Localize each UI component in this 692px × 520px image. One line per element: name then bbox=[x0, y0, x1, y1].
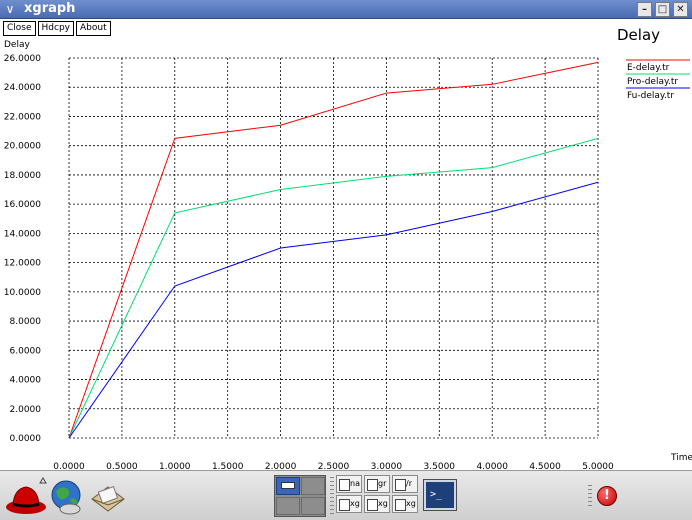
task-button[interactable]: xg bbox=[392, 495, 418, 513]
x-axis-label: Time bbox=[670, 453, 692, 463]
legend-label: Pro-delay.tr bbox=[627, 77, 678, 87]
x-tick-label: 2.0000 bbox=[265, 462, 297, 470]
x-tick-label: 1.0000 bbox=[159, 462, 191, 470]
y-tick-label: 18.0000 bbox=[4, 171, 41, 181]
y-tick-label: 14.0000 bbox=[4, 229, 41, 239]
x-tick-label: 0.0000 bbox=[53, 462, 85, 470]
y-tick-label: 16.0000 bbox=[4, 200, 41, 210]
redhat-menu-icon[interactable] bbox=[4, 477, 48, 517]
x-tick-label: 0.5000 bbox=[106, 462, 138, 470]
x-tick-label: 2.5000 bbox=[318, 462, 350, 470]
tasklist: na gr /r xg xg xg bbox=[336, 475, 418, 517]
workspace-3[interactable] bbox=[276, 497, 300, 515]
y-tick-label: 12.0000 bbox=[4, 259, 41, 269]
taskbar: na gr /r xg xg xg >_ ! bbox=[0, 470, 692, 520]
x-tick-label: 4.0000 bbox=[476, 462, 508, 470]
y-tick-label: 6.0000 bbox=[10, 346, 42, 356]
x-tick-label: 1.5000 bbox=[212, 462, 244, 470]
legend-label: E-delay.tr bbox=[627, 63, 670, 73]
task-button[interactable]: xg bbox=[364, 495, 390, 513]
alert-icon[interactable]: ! bbox=[597, 486, 617, 506]
browser-globe-icon[interactable] bbox=[48, 477, 84, 517]
y-tick-label: 2.0000 bbox=[10, 405, 42, 415]
y-tick-label: 0.0000 bbox=[10, 434, 42, 444]
workspace-1[interactable] bbox=[276, 477, 300, 495]
terminal-icon[interactable]: >_ bbox=[423, 479, 457, 511]
mail-icon[interactable] bbox=[88, 479, 128, 515]
y-tick-label: 4.0000 bbox=[10, 376, 42, 386]
series-line-2 bbox=[68, 137, 599, 439]
workspace-4[interactable] bbox=[301, 497, 325, 515]
x-tick-label: 3.0000 bbox=[371, 462, 403, 470]
x-tick-label: 4.5000 bbox=[529, 462, 561, 470]
y-tick-label: 8.0000 bbox=[10, 317, 42, 327]
y-tick-label: 10.0000 bbox=[4, 288, 41, 298]
workspace-2[interactable] bbox=[301, 477, 325, 495]
legend-label: Fu-delay.tr bbox=[627, 91, 674, 101]
y-tick-label: 26.0000 bbox=[4, 54, 41, 64]
task-button[interactable]: xg bbox=[336, 495, 362, 513]
task-button[interactable]: gr bbox=[364, 475, 390, 493]
tasklist-grip[interactable] bbox=[330, 477, 334, 515]
task-button[interactable]: /r bbox=[392, 475, 418, 493]
task-button[interactable]: na bbox=[336, 475, 362, 493]
notification-grip bbox=[588, 485, 592, 507]
y-tick-label: 24.0000 bbox=[4, 83, 41, 93]
x-tick-label: 5.0000 bbox=[582, 462, 614, 470]
y-tick-label: 22.0000 bbox=[4, 112, 41, 122]
y-tick-label: 20.0000 bbox=[4, 142, 41, 152]
x-tick-label: 3.5000 bbox=[424, 462, 456, 470]
delay-chart: 0.0000 0.5000 1.0000 1.5000 2.0000 2.5000 3.00… bbox=[4, 54, 692, 470]
workspace-pager[interactable] bbox=[274, 475, 326, 517]
